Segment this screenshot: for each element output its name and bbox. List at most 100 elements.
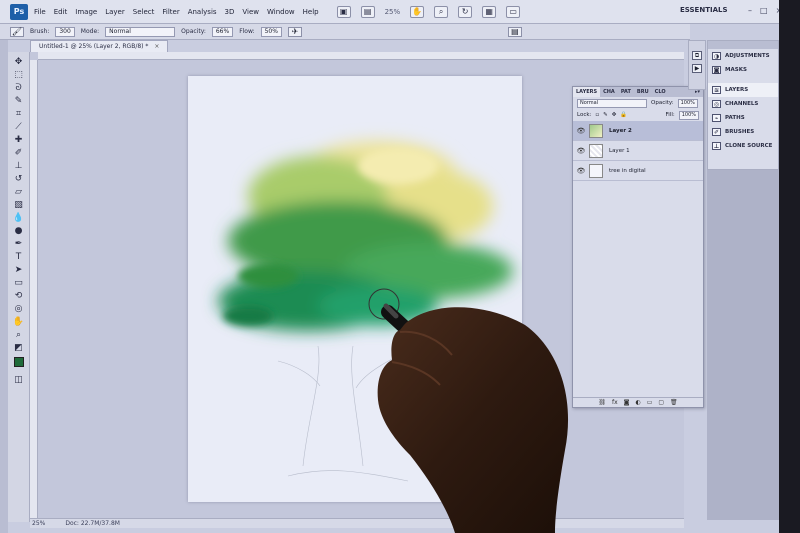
dodge-tool-icon[interactable]: ● bbox=[12, 225, 26, 237]
mode-select[interactable]: Normal bbox=[105, 26, 176, 37]
layer-style-icon[interactable]: fx bbox=[612, 399, 618, 406]
lasso-tool-icon[interactable]: ᘐ bbox=[12, 82, 26, 94]
3d-orbit-tool-icon[interactable]: ◎ bbox=[12, 303, 26, 315]
maximize-icon[interactable]: □ bbox=[760, 6, 768, 15]
lock-position-icon[interactable]: ✥ bbox=[612, 112, 617, 118]
adjustment-layer-icon[interactable]: ◐ bbox=[635, 399, 640, 406]
add-mask-icon[interactable]: ◙ bbox=[624, 399, 630, 406]
flow-field[interactable]: 50% bbox=[260, 26, 282, 37]
brush-tool-preset-icon[interactable]: 🖌 bbox=[10, 26, 24, 37]
workspace-switcher[interactable]: ESSENTIALS bbox=[680, 6, 728, 14]
type-tool-icon[interactable]: T bbox=[12, 251, 26, 263]
eraser-tool-icon[interactable]: ▱ bbox=[12, 186, 26, 198]
quick-selection-tool-icon[interactable]: ✎ bbox=[12, 95, 26, 107]
3d-rotate-tool-icon[interactable]: ⟲ bbox=[12, 290, 26, 302]
menu-window[interactable]: Window bbox=[267, 8, 295, 16]
minimize-icon[interactable]: – bbox=[748, 6, 752, 15]
link-layers-icon[interactable]: ⛓ bbox=[598, 399, 606, 406]
menu-filter[interactable]: Filter bbox=[162, 8, 179, 16]
delete-layer-icon[interactable]: 🗑 bbox=[670, 399, 678, 406]
layer-opacity-field[interactable]: 100% bbox=[677, 98, 698, 108]
hand-tool-icon[interactable]: ✋ bbox=[410, 5, 425, 18]
arrange-documents-icon[interactable]: ▦ bbox=[482, 5, 497, 18]
menu-image[interactable]: Image bbox=[75, 8, 97, 16]
crop-tool-icon[interactable]: ⌗ bbox=[12, 108, 26, 120]
status-zoom[interactable]: 25% bbox=[32, 520, 45, 527]
lock-all-icon[interactable]: 🔒 bbox=[620, 112, 627, 118]
lock-row: Lock: ▫ ✎ ✥ 🔒 Fill: 100% bbox=[573, 109, 703, 121]
close-document-icon[interactable]: × bbox=[154, 43, 159, 50]
screen-bezel-right bbox=[779, 0, 800, 533]
tab-clone-source[interactable]: CLO bbox=[652, 89, 669, 95]
marquee-tool-icon[interactable]: ⬚ bbox=[12, 69, 26, 81]
fill-field[interactable]: 100% bbox=[678, 110, 699, 120]
airbrush-icon[interactable]: ✈ bbox=[287, 26, 302, 37]
brushes-icon: ✐ bbox=[712, 128, 721, 136]
dock-item-layers[interactable]: ≋ LAYERS bbox=[708, 83, 778, 97]
menu-3d[interactable]: 3D bbox=[225, 8, 235, 16]
dock-item-paths[interactable]: ⌁ PATHS bbox=[708, 111, 778, 125]
tab-brushes[interactable]: BRU bbox=[634, 89, 652, 95]
tab-paths[interactable]: PAT bbox=[618, 89, 634, 95]
path-selection-tool-icon[interactable]: ➤ bbox=[12, 264, 26, 276]
eyedropper-tool-icon[interactable]: ⟋ bbox=[12, 121, 26, 133]
opacity-label: Opacity: bbox=[181, 28, 206, 35]
blend-row: Normal Opacity: 100% bbox=[573, 97, 703, 109]
dock-item-adjustments[interactable]: ◑ ADJUSTMENTS bbox=[708, 49, 778, 63]
dock-item-masks[interactable]: ◙ MASKS bbox=[708, 63, 778, 77]
menu-help[interactable]: Help bbox=[303, 8, 319, 16]
layer-row[interactable]: 👁 Layer 2 bbox=[573, 121, 703, 141]
layer-row[interactable]: 👁 tree in digital bbox=[573, 161, 703, 181]
visibility-eye-icon[interactable]: 👁 bbox=[573, 147, 589, 155]
blur-tool-icon[interactable]: 💧 bbox=[12, 212, 26, 224]
move-tool-icon[interactable]: ✥ bbox=[12, 56, 26, 68]
dock-item-channels[interactable]: ◎ CHANNELS bbox=[708, 97, 778, 111]
menu-view[interactable]: View bbox=[242, 8, 259, 16]
menu-analysis[interactable]: Analysis bbox=[188, 8, 217, 16]
visibility-eye-icon[interactable]: 👁 bbox=[573, 127, 589, 135]
history-icon[interactable]: ⧉ bbox=[692, 51, 702, 60]
menu-file[interactable]: File bbox=[34, 8, 46, 16]
rotate-view-icon[interactable]: ↻ bbox=[458, 5, 473, 18]
menu-edit[interactable]: Edit bbox=[54, 8, 68, 16]
brush-size-picker[interactable]: 300 bbox=[55, 26, 75, 37]
history-brush-tool-icon[interactable]: ↺ bbox=[12, 173, 26, 185]
hand-tool-small-icon[interactable]: ✋ bbox=[12, 316, 26, 328]
clone-stamp-tool-icon[interactable]: ⊥ bbox=[12, 160, 26, 172]
view-extras-icon[interactable]: ▤ bbox=[360, 5, 375, 18]
zoom-tool-icon[interactable]: ⌕ bbox=[434, 5, 449, 18]
brush-tool-icon[interactable]: ✐ bbox=[12, 147, 26, 159]
gradient-tool-icon[interactable]: ▧ bbox=[12, 199, 26, 211]
lock-transparency-icon[interactable]: ▫ bbox=[595, 112, 599, 118]
healing-brush-tool-icon[interactable]: ✚ bbox=[12, 134, 26, 146]
bridge-icon[interactable]: ▣ bbox=[336, 5, 351, 18]
dock-item-brushes[interactable]: ✐ BRUSHES bbox=[708, 125, 778, 139]
lock-pixels-icon[interactable]: ✎ bbox=[603, 112, 608, 118]
masks-icon: ◙ bbox=[712, 66, 721, 74]
channels-icon: ◎ bbox=[712, 100, 721, 108]
menu-layer[interactable]: Layer bbox=[105, 8, 125, 16]
tab-layers[interactable]: LAYERS bbox=[573, 87, 601, 97]
zoom-tool-small-icon[interactable]: ⌕ bbox=[12, 329, 26, 341]
menu-select[interactable]: Select bbox=[133, 8, 155, 16]
document-canvas[interactable] bbox=[188, 76, 522, 502]
tab-channels[interactable]: CHA bbox=[600, 89, 618, 95]
visibility-eye-icon[interactable]: 👁 bbox=[573, 167, 589, 175]
layer-row[interactable]: 👁 Layer 1 bbox=[573, 141, 703, 161]
brush-panel-icon[interactable]: ▤ bbox=[507, 26, 522, 37]
opacity-field[interactable]: 66% bbox=[211, 26, 234, 37]
foreground-color-swatch[interactable] bbox=[13, 357, 24, 367]
adjustments-icon: ◑ bbox=[712, 52, 721, 60]
dock-item-clone-source[interactable]: ⊥ CLONE SOURCE bbox=[708, 139, 778, 153]
new-layer-icon[interactable]: ▢ bbox=[658, 399, 664, 406]
default-colors-icon[interactable]: ◩ bbox=[12, 342, 26, 354]
document-tab[interactable]: Untitled-1 @ 25% (Layer 2, RGB/8) * × bbox=[30, 40, 169, 52]
screen-mode-icon[interactable]: ▭ bbox=[506, 5, 521, 18]
actions-icon[interactable]: ▶ bbox=[692, 64, 702, 73]
zoom-level[interactable]: 25% bbox=[385, 8, 401, 16]
pen-tool-icon[interactable]: ✒ bbox=[12, 238, 26, 250]
blend-mode-select[interactable]: Normal bbox=[577, 98, 647, 108]
shape-tool-icon[interactable]: ▭ bbox=[12, 277, 26, 289]
quick-mask-icon[interactable]: ◫ bbox=[12, 374, 26, 386]
new-group-icon[interactable]: ▭ bbox=[647, 399, 653, 406]
